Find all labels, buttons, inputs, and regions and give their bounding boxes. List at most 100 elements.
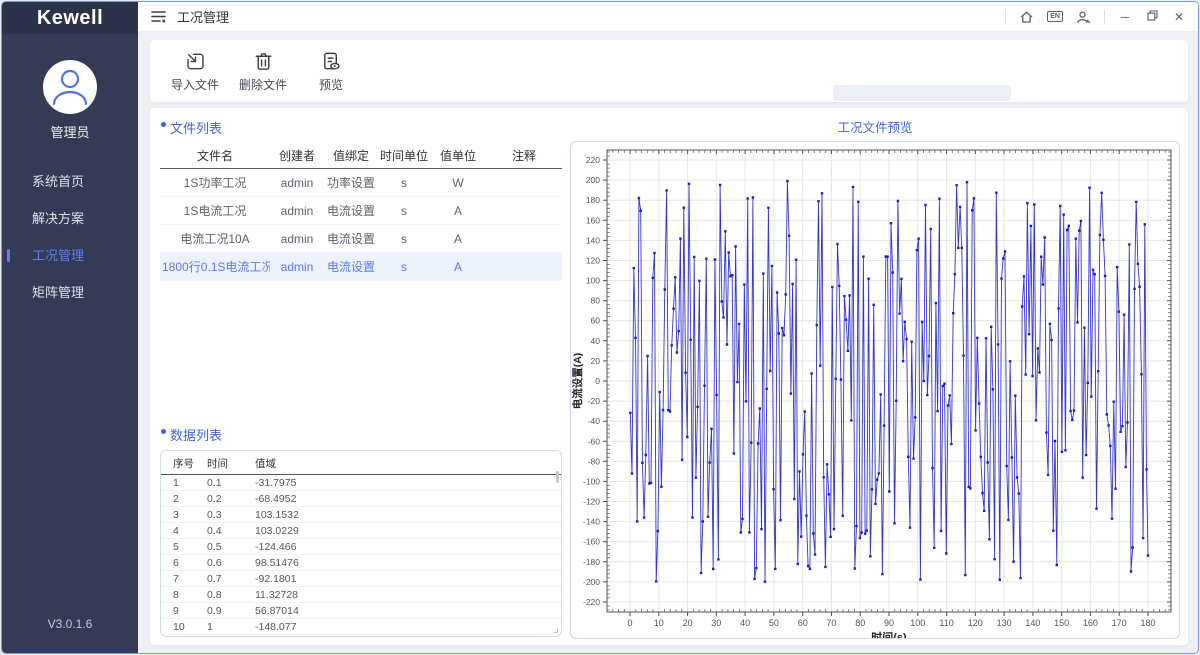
svg-text:-100: -100: [583, 476, 600, 486]
data-cell: [313, 523, 561, 539]
file-row[interactable]: 1800行0.1S电流工况admin电流设置sA: [160, 253, 562, 281]
file-cell: 电流工况10A: [160, 225, 270, 253]
data-cell: -68.4952: [253, 491, 313, 507]
close-button[interactable]: ✕: [1172, 10, 1186, 24]
data-cell: [313, 571, 561, 587]
delete-file-icon: [234, 50, 292, 73]
delete-file-button[interactable]: 删除文件: [234, 50, 292, 93]
file-cell: s: [378, 197, 430, 225]
data-cell: 1: [161, 475, 205, 491]
data-cell: 103.0229: [253, 523, 313, 539]
data-cell: 0.8: [205, 587, 253, 603]
file-cell: A: [430, 253, 486, 281]
data-cell: 10: [161, 619, 205, 635]
data-cell: 0.7: [205, 571, 253, 587]
data-cell: 103.1532: [253, 507, 313, 523]
data-list-card: 序号时间值域 10.1-31.797520.2-68.495230.3103.1…: [160, 450, 562, 637]
data-cell: [313, 619, 561, 635]
svg-text:-160: -160: [583, 537, 600, 547]
sidebar-item-1[interactable]: 解决方案: [2, 200, 138, 237]
data-cell: [313, 491, 561, 507]
data-cell: [313, 635, 561, 638]
delete-file-label: 删除文件: [234, 76, 292, 93]
data-cell: -92.1801: [253, 571, 313, 587]
data-cell: 0.5: [205, 539, 253, 555]
svg-text:170: 170: [1112, 618, 1127, 628]
sidebar-item-2[interactable]: 工况管理: [2, 237, 138, 274]
file-cell: 1800行0.1S电流工况: [160, 253, 270, 281]
data-row: 90.956.87014: [161, 603, 561, 619]
svg-text:140: 140: [586, 235, 600, 245]
data-cell: -124.466: [253, 539, 313, 555]
svg-text:80: 80: [855, 618, 865, 628]
file-cell: A: [430, 197, 486, 225]
app-window: Kewell 管理员 系统首页解决方案工况管理矩阵管理 V3.0.1.6: [1, 1, 1199, 654]
data-cell: 11.32728: [253, 587, 313, 603]
data-cell: 0.4: [205, 523, 253, 539]
data-cell: 56.87014: [253, 603, 313, 619]
minimize-button[interactable]: ─: [1118, 10, 1132, 24]
file-cell: [486, 169, 562, 197]
data-cell: 3: [161, 507, 205, 523]
data-cell: -148.077: [253, 619, 313, 635]
data-cell: 6: [161, 555, 205, 571]
data-col-header: 值域: [253, 453, 313, 475]
data-cell: [313, 587, 561, 603]
data-cell: 0.9: [205, 603, 253, 619]
sidebar-item-3[interactable]: 矩阵管理: [2, 274, 138, 311]
svg-text:70: 70: [826, 618, 836, 628]
right-column: 工况文件预览 010203040506070809010011012013014…: [562, 116, 1180, 639]
data-row: 80.811.32728: [161, 587, 561, 603]
svg-text:-20: -20: [588, 396, 601, 406]
data-cell: [313, 539, 561, 555]
file-cell: admin: [270, 253, 324, 281]
svg-text:160: 160: [586, 215, 600, 225]
svg-text:180: 180: [1140, 618, 1155, 628]
user-icon: [43, 58, 97, 117]
import-file-icon: [166, 50, 224, 73]
file-row[interactable]: 1S电流工况admin电流设置sA: [160, 197, 562, 225]
data-list-title: 数据列表: [160, 425, 562, 444]
vertical-scrollbar[interactable]: [556, 471, 559, 483]
svg-text:40: 40: [740, 618, 750, 628]
svg-text:160: 160: [1083, 618, 1098, 628]
svg-text:40: 40: [591, 336, 601, 346]
sidebar-menu: 系统首页解决方案工况管理矩阵管理: [2, 163, 138, 311]
import-file-button[interactable]: 导入文件: [166, 50, 224, 93]
svg-text:0: 0: [595, 376, 600, 386]
file-cell: 电流设置: [324, 197, 378, 225]
file-cell: admin: [270, 225, 324, 253]
divider: [1005, 10, 1006, 24]
svg-text:-60: -60: [588, 436, 601, 446]
file-row[interactable]: 1S功率工况admin功率设置sW: [160, 169, 562, 197]
file-cell: s: [378, 253, 430, 281]
file-cell: s: [378, 169, 430, 197]
file-cell: admin: [270, 169, 324, 197]
collapse-menu-icon[interactable]: [150, 9, 167, 24]
preview-icon: [302, 50, 360, 73]
svg-text:-140: -140: [583, 517, 600, 527]
data-row: 70.7-92.1801: [161, 571, 561, 587]
file-row[interactable]: 电流工况10Aadmin电流设置sA: [160, 225, 562, 253]
language-icon[interactable]: EN: [1047, 11, 1063, 22]
data-cell: -31.7975: [253, 475, 313, 491]
data-cell: 7: [161, 571, 205, 587]
maximize-button[interactable]: [1145, 10, 1159, 24]
data-cell: [313, 475, 561, 491]
svg-text:50: 50: [769, 618, 779, 628]
data-row: 40.4103.0229: [161, 523, 561, 539]
chart-title: 工况文件预览: [570, 117, 1180, 136]
preview-chart: 0102030405060708090100110120130140150160…: [571, 142, 1179, 639]
preview-button[interactable]: 预览: [302, 50, 360, 93]
svg-text:0: 0: [627, 618, 632, 628]
file-cell: W: [430, 169, 486, 197]
account-icon[interactable]: [1076, 10, 1091, 24]
home-icon[interactable]: [1019, 10, 1034, 24]
page-title: 工况管理: [177, 7, 229, 26]
svg-text:-120: -120: [583, 497, 600, 507]
svg-text:10: 10: [654, 618, 664, 628]
data-cell: 1: [205, 619, 253, 635]
avatar: [43, 60, 97, 114]
svg-text:100: 100: [910, 618, 925, 628]
sidebar-item-0[interactable]: 系统首页: [2, 163, 138, 200]
